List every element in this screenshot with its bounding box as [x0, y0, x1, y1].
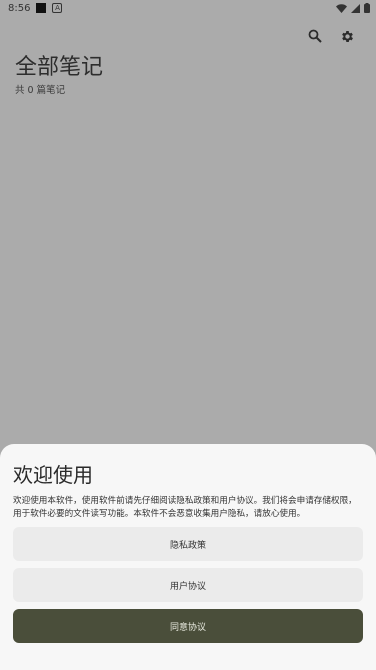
settings-button[interactable]: [338, 27, 356, 45]
notification-a-icon: A: [52, 3, 63, 13]
app-bar-actions: [306, 27, 356, 45]
page-title: 全部笔记: [15, 55, 104, 80]
status-time: 8:56: [8, 2, 31, 14]
signal-icon: [351, 3, 360, 13]
status-bar: 8:56 A: [0, 0, 376, 16]
gear-icon: [341, 30, 353, 42]
notification-square-icon: [36, 3, 47, 13]
note-count: 共 0 篇笔记: [15, 85, 66, 96]
battery-icon: [364, 3, 370, 13]
search-button[interactable]: [306, 27, 324, 45]
welcome-bottom-sheet: 欢迎使用 欢迎使用本软件，使用软件前请先仔细阅读隐私政策和用户协议。我们将会申请…: [0, 444, 376, 670]
wifi-icon: [336, 3, 347, 13]
privacy-policy-button[interactable]: 隐私政策: [13, 527, 363, 561]
sheet-body-text: 欢迎使用本软件，使用软件前请先仔细阅读隐私政策和用户协议。我们将会申请存储权限，…: [13, 496, 357, 519]
agree-button[interactable]: 同意协议: [13, 609, 363, 643]
sheet-title: 欢迎使用: [13, 463, 93, 487]
search-icon: [308, 29, 322, 43]
user-agreement-button[interactable]: 用户协议: [13, 568, 363, 602]
